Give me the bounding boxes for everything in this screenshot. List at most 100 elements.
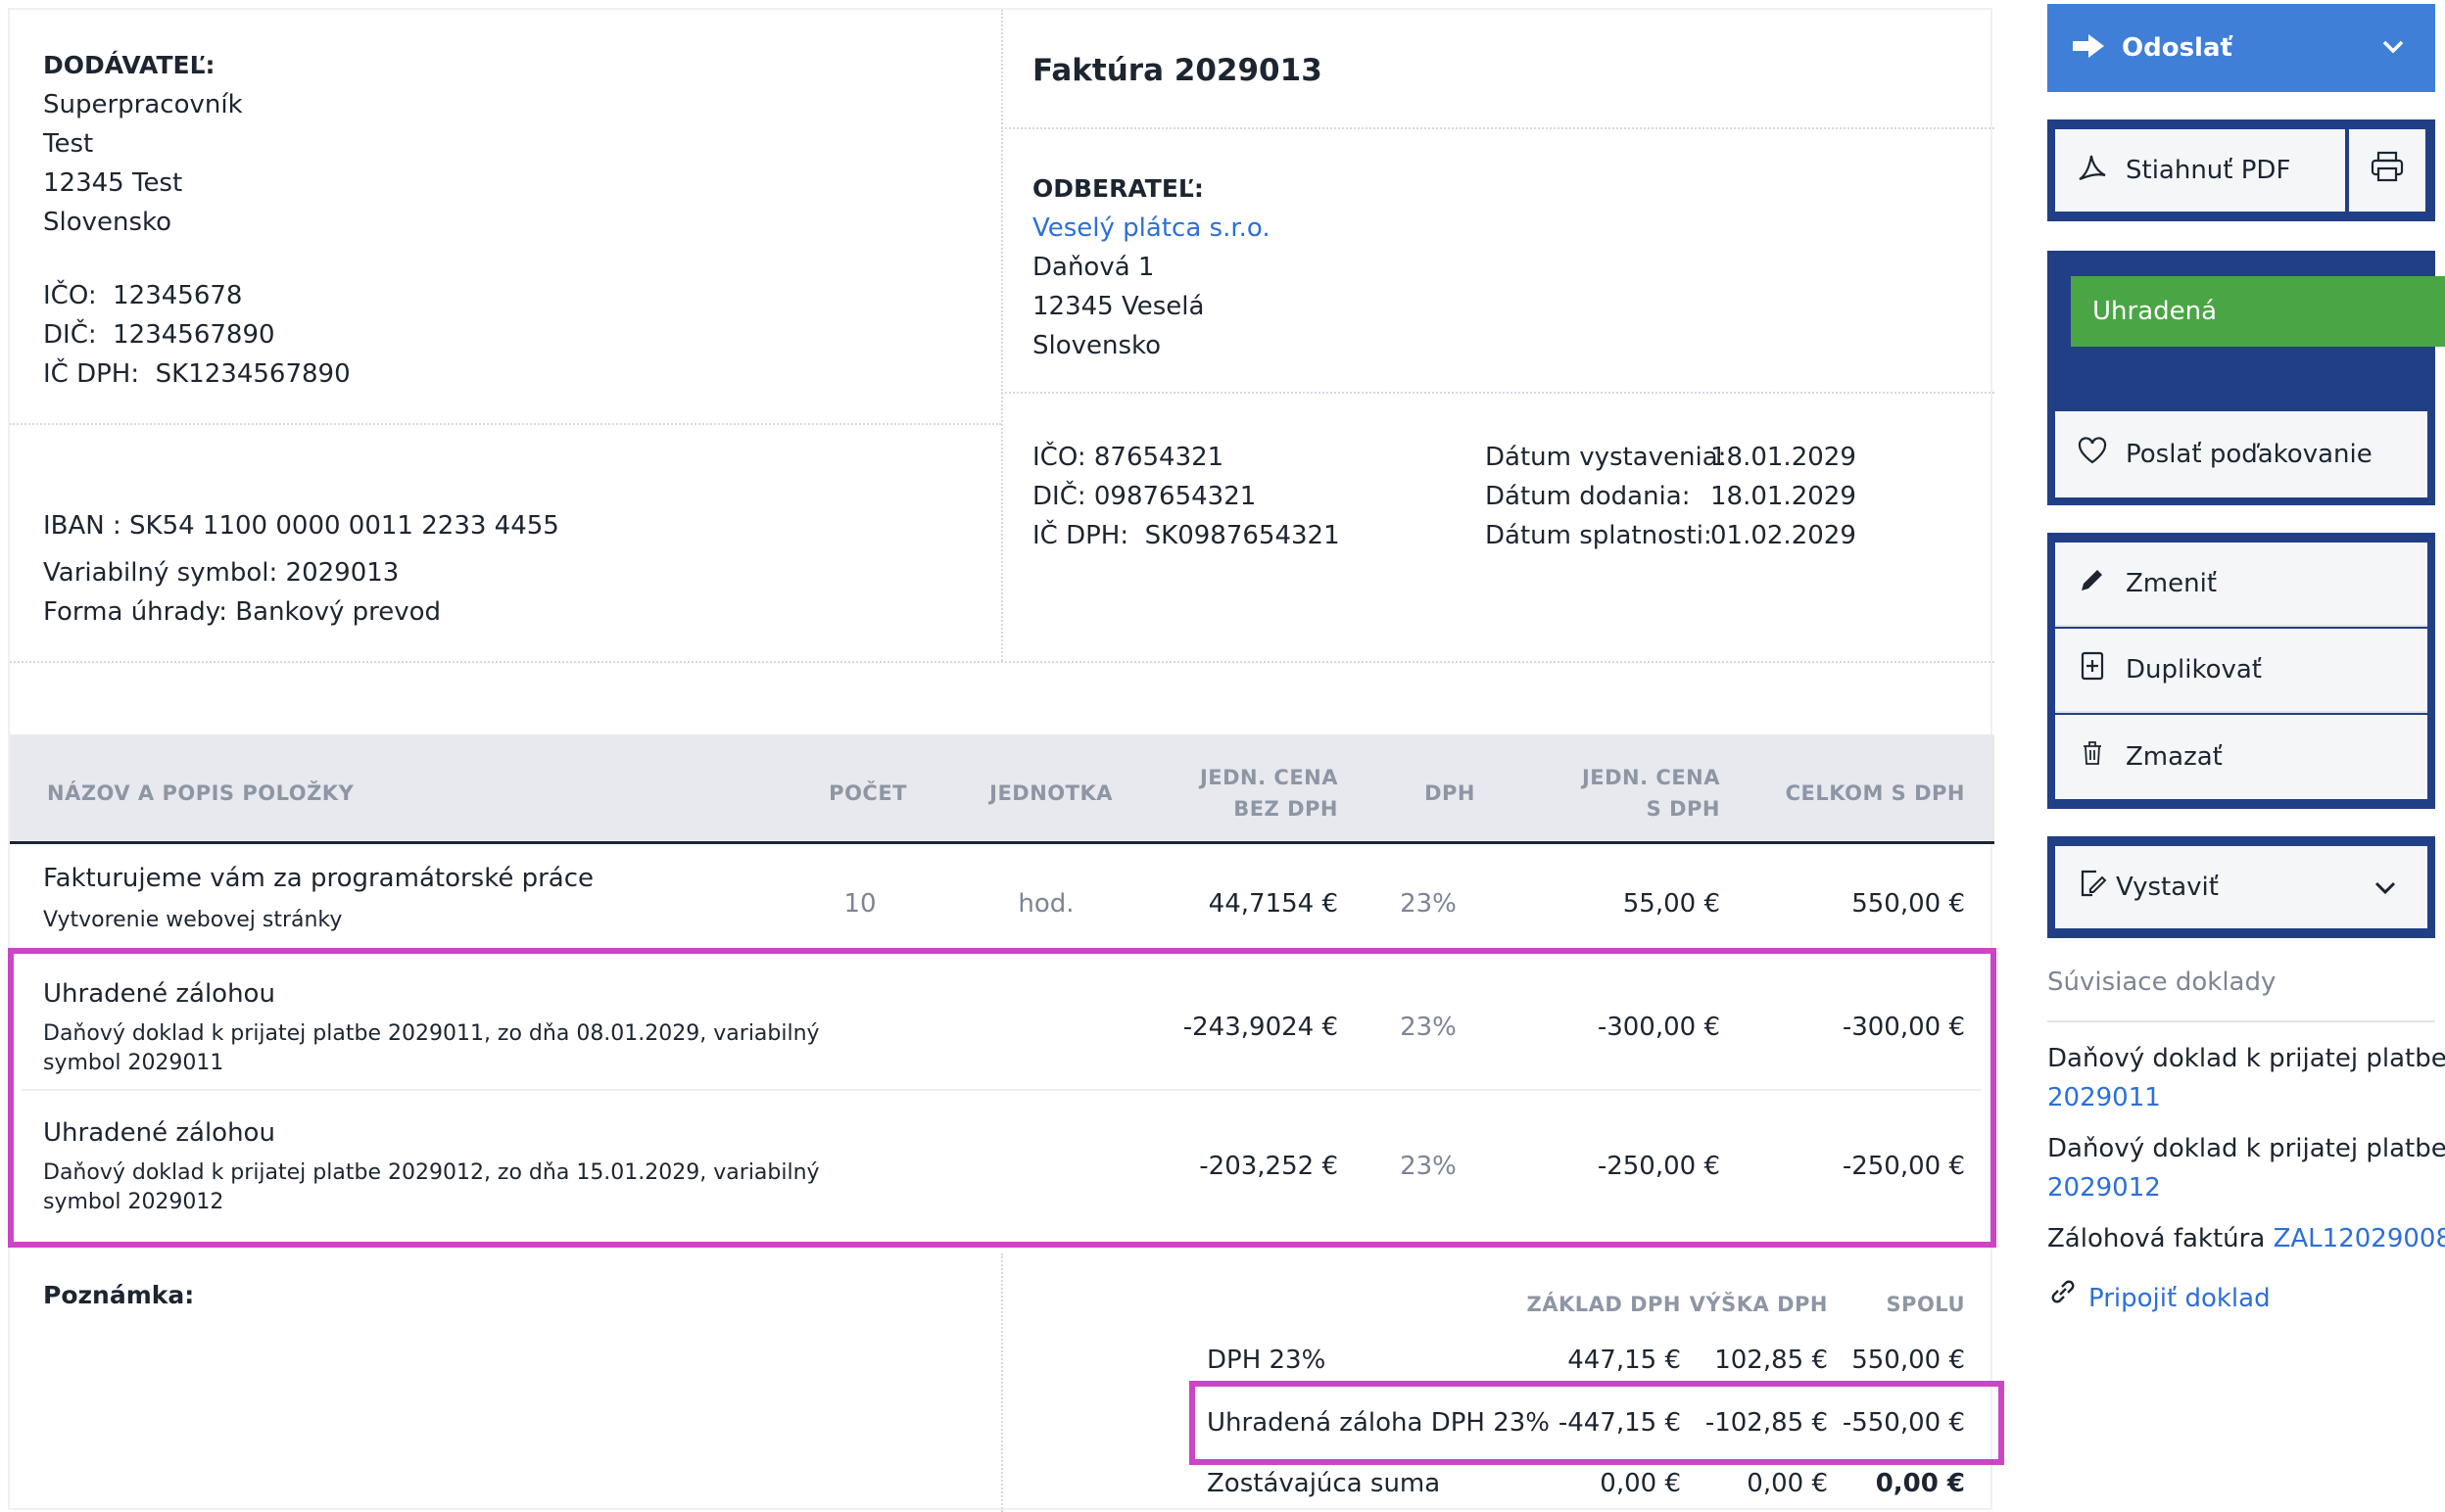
delete-label: Zmazať bbox=[2126, 742, 2223, 772]
item-desc: Vytvorenie webovej stránky bbox=[43, 908, 343, 932]
divider bbox=[1001, 10, 1003, 661]
attach-document-link[interactable]: Pripojiť doklad bbox=[2047, 1277, 2271, 1315]
th-unit: JEDNOTKA bbox=[989, 781, 1113, 805]
download-panel: Stiahnuť PDF bbox=[2047, 119, 2435, 221]
related-doc-link[interactable]: 2029011 bbox=[2047, 1081, 2161, 1114]
link-icon bbox=[2047, 1277, 2079, 1315]
date-due-label: Dátum splatnosti: bbox=[1485, 521, 1712, 550]
invoice-document: DODÁVATEĽ: Superpracovník Test 12345 Tes… bbox=[8, 8, 2004, 1512]
customer-name-link[interactable]: Veselý plátca s.r.o. bbox=[1032, 212, 1270, 245]
supplier-icdph: IČ DPH: SK1234567890 bbox=[43, 359, 351, 389]
customer-city: 12345 Veselá bbox=[1032, 292, 1205, 321]
issue-label: Vystaviť bbox=[2116, 873, 2219, 902]
related-doc-link[interactable]: ZAL12029008 bbox=[2274, 1224, 2445, 1253]
date-delivered-label: Dátum dodania: bbox=[1485, 482, 1691, 511]
supplier-ico: IČO: 12345678 bbox=[43, 281, 243, 310]
customer-country: Slovensko bbox=[1032, 331, 1162, 360]
heart-icon bbox=[2073, 436, 2112, 474]
payment-iban: IBAN : SK54 1100 0000 0011 2233 4455 bbox=[43, 511, 559, 541]
send-button[interactable]: Odoslať bbox=[2047, 4, 2435, 92]
item-vat: 23% bbox=[1400, 889, 1457, 919]
duplicate-icon bbox=[2073, 650, 2112, 690]
th-name: NÁZOV A POPIS POLOŽKY bbox=[47, 781, 355, 805]
duplicate-button[interactable]: Duplikovať bbox=[2055, 629, 2427, 713]
th-price-vat-1: JEDN. CENA bbox=[1581, 766, 1720, 789]
edit-button[interactable]: Zmeniť bbox=[2055, 543, 2427, 627]
sum-th-total: SPOLU bbox=[1886, 1293, 1965, 1316]
note-label: Poznámka: bbox=[43, 1281, 195, 1309]
th-total: CELKOM S DPH bbox=[1785, 781, 1965, 805]
sum-base: 447,15 € bbox=[1567, 1346, 1681, 1375]
send-thanks-label: Poslať poďakovanie bbox=[2126, 440, 2373, 469]
highlight-deposit-summary bbox=[1189, 1381, 2004, 1465]
divider bbox=[1001, 127, 1994, 129]
sum-label: Zostávajúca suma bbox=[1207, 1469, 1441, 1498]
th-count: POČET bbox=[829, 781, 907, 805]
divider bbox=[1001, 1253, 1003, 1512]
related-doc-text: Daňový doklad k prijatej platbe bbox=[2047, 1044, 2445, 1073]
date-issued: 18.01.2029 bbox=[1710, 443, 1856, 472]
issue-button[interactable]: Vystaviť bbox=[2055, 846, 2427, 928]
payment-form: Forma úhrady: Bankový prevod bbox=[43, 597, 442, 627]
highlight-deposit-rows bbox=[8, 948, 1996, 1248]
date-due: 01.02.2029 bbox=[1710, 521, 1856, 550]
document-edit-icon bbox=[2073, 868, 2112, 908]
related-divider bbox=[2047, 1020, 2435, 1022]
delete-button[interactable]: Zmazať bbox=[2055, 715, 2427, 799]
chevron-down-icon bbox=[2380, 33, 2406, 63]
sum-base: 0,00 € bbox=[1600, 1469, 1681, 1498]
related-title: Súvisiace doklady bbox=[2047, 968, 2277, 997]
date-delivered: 18.01.2029 bbox=[1710, 482, 1856, 511]
related-doc-text: Daňový doklad k prijatej platbe bbox=[2047, 1134, 2445, 1163]
invoice-title: Faktúra 2029013 bbox=[1032, 53, 1322, 88]
customer-ico: IČO: 87654321 bbox=[1032, 443, 1224, 472]
sum-th-base: ZÁKLAD DPH bbox=[1526, 1293, 1681, 1316]
date-issued-label: Dátum vystavenia: bbox=[1485, 443, 1727, 472]
th-price-2: BEZ DPH bbox=[1233, 797, 1338, 821]
th-price-vat-2: S DPH bbox=[1646, 797, 1720, 821]
pdf-icon bbox=[2073, 150, 2112, 192]
edit-label: Zmeniť bbox=[2126, 569, 2218, 598]
th-vat: DPH bbox=[1424, 781, 1475, 805]
supplier-city: 12345 Test bbox=[43, 168, 183, 198]
send-label: Odoslať bbox=[2122, 33, 2232, 63]
download-pdf-button[interactable]: Stiahnuť PDF bbox=[2055, 129, 2345, 212]
sum-total: 550,00 € bbox=[1851, 1346, 1965, 1375]
trash-icon bbox=[2073, 739, 2112, 776]
supplier-country: Slovensko bbox=[43, 208, 172, 237]
send-thanks-button[interactable]: Poslať poďakovanie bbox=[2055, 411, 2427, 497]
item-price: 44,7154 € bbox=[1208, 889, 1338, 919]
customer-icdph: IČ DPH: SK0987654321 bbox=[1032, 521, 1340, 550]
printer-icon bbox=[2371, 151, 2404, 191]
customer-street: Daňová 1 bbox=[1032, 253, 1155, 282]
sum-vat: 102,85 € bbox=[1714, 1346, 1828, 1375]
customer-heading: ODBERATEĽ: bbox=[1032, 174, 1204, 203]
item-total: 550,00 € bbox=[1851, 889, 1965, 919]
pencil-icon bbox=[2073, 565, 2112, 603]
print-button[interactable] bbox=[2349, 129, 2425, 212]
sum-th-vat: VÝŠKA DPH bbox=[1689, 1293, 1828, 1316]
status-panel: Uhradená Poslať poďakovanie bbox=[2047, 251, 2445, 505]
supplier-name: Superpracovník bbox=[43, 90, 243, 119]
divider bbox=[10, 661, 1994, 663]
related-doc-link[interactable]: 2029012 bbox=[2047, 1171, 2161, 1205]
duplicate-label: Duplikovať bbox=[2126, 655, 2263, 685]
sum-label: DPH 23% bbox=[1207, 1346, 1326, 1375]
payment-variable-symbol: Variabilný symbol: 2029013 bbox=[43, 558, 400, 588]
item-count: 10 bbox=[843, 889, 877, 919]
item-title: Fakturujeme vám za programátorské práce bbox=[43, 864, 595, 893]
th-price-1: JEDN. CENA bbox=[1199, 766, 1338, 789]
arrow-right-icon bbox=[2069, 32, 2108, 64]
related-doc-item: Zálohová faktúra ZAL12029008 bbox=[2047, 1222, 2445, 1255]
issue-panel: Vystaviť bbox=[2047, 836, 2435, 938]
item-price-vat: 55,00 € bbox=[1622, 889, 1720, 919]
supplier-street: Test bbox=[43, 129, 94, 159]
chevron-down-icon bbox=[2373, 874, 2398, 909]
status-badge[interactable]: Uhradená bbox=[2071, 276, 2445, 347]
download-pdf-label: Stiahnuť PDF bbox=[2126, 156, 2291, 185]
sum-total: 0,00 € bbox=[1875, 1469, 1965, 1498]
supplier-dic: DIČ: 1234567890 bbox=[43, 320, 275, 350]
sum-vat: 0,00 € bbox=[1747, 1469, 1828, 1498]
divider bbox=[10, 423, 1001, 425]
supplier-heading: DODÁVATEĽ: bbox=[43, 51, 216, 79]
